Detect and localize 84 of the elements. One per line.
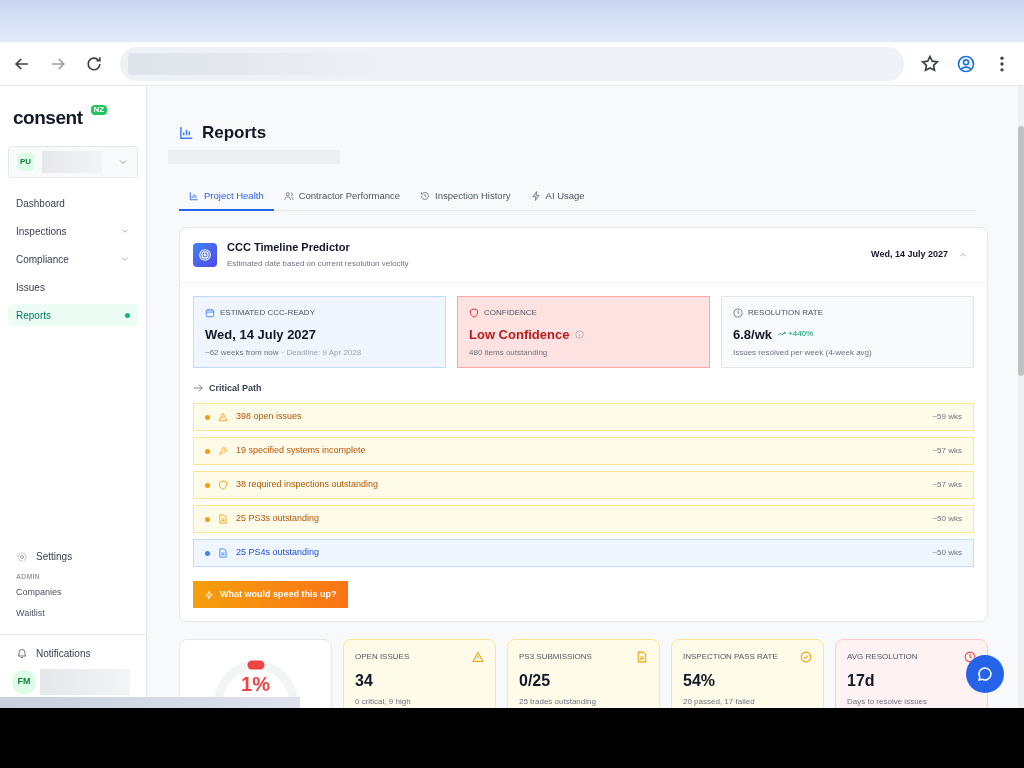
card-note: 480 items outstanding	[469, 347, 548, 359]
card-title: CCC Timeline Predictor	[227, 240, 351, 256]
project-selector[interactable]: PU	[8, 146, 138, 178]
stat-value: 17d	[847, 671, 876, 691]
card-subtitle: Estimated date based on current resolution velocity	[227, 257, 409, 270]
row-label: 398 open issues	[236, 410, 302, 424]
card-label: CONFIDENCE	[484, 306, 537, 319]
tab-icon	[530, 191, 541, 201]
row-label: 19 specified systems incomplete	[236, 444, 366, 458]
bell-icon	[16, 647, 28, 659]
deadline-note: · Deadline: 9 Apr 2028	[281, 347, 362, 359]
row-eta: ~50 wks	[932, 513, 962, 525]
stat-icon	[636, 651, 648, 663]
stat-value: 34	[355, 671, 374, 691]
card-label: RESOLUTION RATE	[748, 306, 823, 319]
card-value: Low Confidence	[469, 325, 570, 344]
star-icon[interactable]	[920, 53, 940, 74]
card-note: Issues resolved per week (4-week avg)	[733, 347, 872, 359]
row-icon	[218, 514, 228, 524]
settings-link[interactable]: Settings	[36, 549, 73, 564]
project-initials: PU	[17, 153, 35, 171]
admin-link[interactable]: Waitlist	[8, 603, 138, 624]
admin-link[interactable]: Companies	[8, 582, 138, 603]
tab-icon	[420, 191, 431, 201]
row-label: 25 PS4s outstanding	[236, 546, 320, 560]
stat-icon	[800, 651, 812, 663]
chart-icon	[179, 125, 194, 141]
stat-icon	[964, 651, 976, 663]
card-note: ~62 weeks from now	[205, 347, 279, 359]
row-eta: ~59 wks	[932, 411, 962, 423]
user-avatar[interactable]: FM	[12, 670, 36, 694]
predicted-date: Wed, 14 July 2027	[871, 247, 948, 261]
stat-value: 54%	[683, 671, 717, 691]
row-eta: ~50 wks	[932, 547, 962, 559]
row-icon	[218, 412, 228, 422]
card-icon	[469, 307, 479, 318]
chat-icon	[977, 666, 993, 682]
stat-icon	[472, 651, 484, 663]
stat-value: 0/25	[519, 671, 552, 691]
logo: consent	[13, 106, 83, 130]
nav-item[interactable]: Reports	[8, 304, 138, 326]
notifications-link[interactable]: Notifications	[36, 645, 91, 661]
row-icon	[218, 548, 228, 558]
tab-icon	[189, 191, 199, 201]
nav-item[interactable]: Inspections	[8, 220, 138, 242]
stat-label: PS3 SUBMISSIONS	[519, 651, 592, 663]
stat-note: 25 trades outstanding	[519, 696, 597, 708]
nav-item[interactable]: Dashboard	[8, 192, 138, 214]
row-label: 38 required inspections outstanding	[236, 478, 379, 492]
stat-note: Days to resolve issues	[847, 696, 929, 708]
stat-label: AVG RESOLUTION	[847, 651, 918, 663]
gauge-reading: 1%	[240, 674, 271, 694]
tab[interactable]: Inspection History	[410, 183, 521, 211]
row-eta: ~57 wks	[932, 479, 962, 491]
trend-label: +440%	[778, 328, 814, 341]
nav-item[interactable]: Issues	[8, 276, 138, 298]
card-icon	[733, 307, 743, 318]
profile-icon[interactable]	[956, 53, 976, 74]
settings-icon	[16, 550, 28, 563]
tab[interactable]: AI Usage	[520, 183, 595, 211]
row-label: 25 PS3s outstanding	[236, 512, 320, 526]
row-eta: ~57 wks	[932, 445, 962, 457]
trend-up-icon	[778, 331, 787, 338]
lightning-icon	[204, 589, 214, 600]
section-heading: Critical Path	[209, 381, 262, 395]
stat-label: INSPECTION PASS RATE	[683, 651, 778, 663]
stat-note: 0 critical, 9 high	[355, 696, 412, 708]
stat-note: 20 passed, 17 failed	[683, 696, 756, 708]
card-value: Wed, 14 July 2027	[205, 325, 317, 344]
arrow-right-icon	[193, 383, 203, 394]
card-label: ESTIMATED CCC-READY	[220, 306, 315, 319]
info-icon	[575, 329, 585, 339]
stat-label: OPEN ISSUES	[355, 651, 410, 663]
tab[interactable]: Contractor Performance	[273, 183, 411, 211]
row-icon	[218, 480, 228, 490]
tab[interactable]: Project Health	[179, 183, 274, 211]
card-icon	[205, 307, 215, 318]
tab-icon	[283, 191, 294, 201]
card-value: 6.8/wk	[733, 325, 773, 344]
page-title: Reports	[202, 122, 267, 144]
row-icon	[218, 446, 228, 456]
region-badge: NZ	[90, 105, 108, 115]
nav-item[interactable]: Compliance	[8, 248, 138, 270]
target-icon	[193, 242, 217, 267]
